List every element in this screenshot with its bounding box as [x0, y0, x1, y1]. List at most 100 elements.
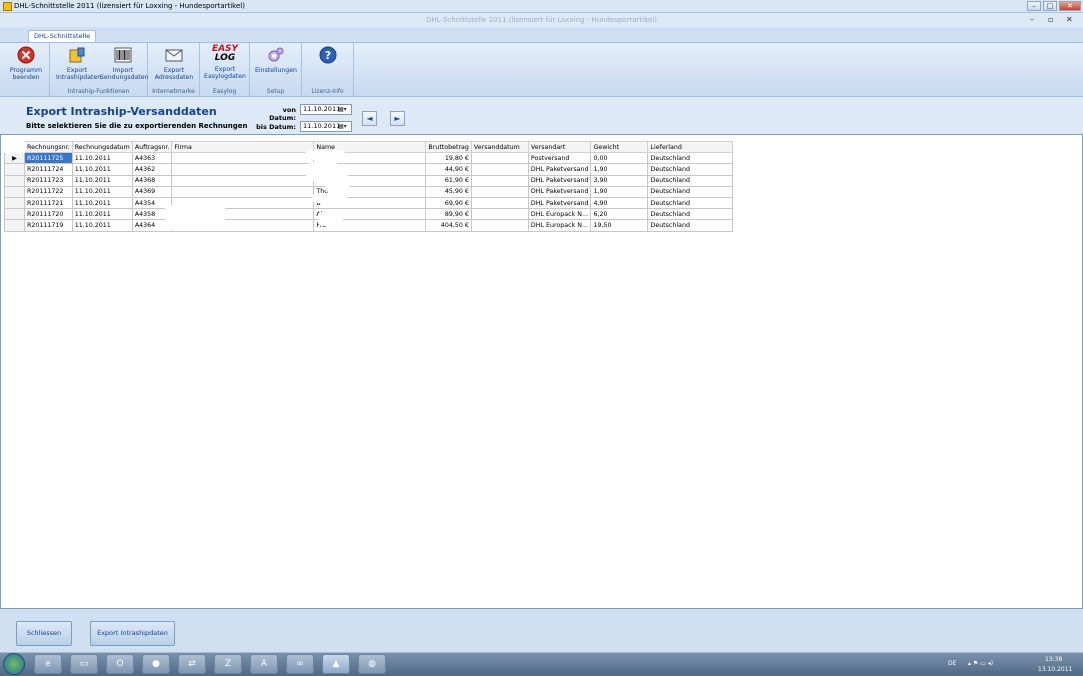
- table-row[interactable]: R20111724 11.10.2011 A4362 44,90 € DHL P…: [4, 163, 734, 176]
- column-header[interactable]: Bruttobetrag: [425, 140, 472, 154]
- to-date-picker[interactable]: 11.10.2011 ▦▾: [300, 121, 352, 132]
- calendar-dropdown-icon[interactable]: ▦▾: [338, 106, 350, 113]
- inner-close-button[interactable]: ✕: [1066, 15, 1073, 24]
- cell[interactable]: 89,90 €: [425, 208, 472, 221]
- cell[interactable]: R20111721: [24, 196, 73, 210]
- app-bowl-icon[interactable]: ●: [142, 654, 170, 674]
- inner-restore-button[interactable]: ▫: [1048, 15, 1053, 24]
- cell[interactable]: DHL Paketversand: [527, 163, 592, 176]
- cell[interactable]: 45,90 €: [425, 185, 472, 198]
- cell[interactable]: DHL Europack N...: [527, 208, 592, 221]
- column-header[interactable]: Rechnungsdatum: [71, 140, 133, 154]
- cell[interactable]: 11.10.2011: [71, 196, 133, 210]
- cell[interactable]: 44,90 €: [425, 163, 472, 176]
- cell[interactable]: 11.10.2011: [71, 185, 133, 198]
- cell[interactable]: 4,90: [590, 196, 649, 210]
- cell[interactable]: Postversand: [527, 152, 592, 165]
- table-row[interactable]: R20111722 11.10.2011 A4369 Tho 45,90 € D…: [4, 185, 734, 198]
- export-addresses-button[interactable]: Export Adressdaten: [154, 44, 194, 81]
- cell[interactable]: Deutschland: [647, 174, 734, 187]
- calendar-dropdown-icon[interactable]: ▦▾: [338, 123, 350, 130]
- explorer-folder-icon[interactable]: ▭: [70, 654, 98, 674]
- cell[interactable]: 404,50 €: [425, 219, 472, 232]
- cell[interactable]: A4362: [131, 163, 173, 176]
- cell[interactable]: 1,90: [590, 185, 649, 198]
- table-row[interactable]: R20111723 11.10.2011 A4368 61,90 € DHL P…: [4, 174, 734, 187]
- cell[interactable]: Deutschland: [647, 219, 734, 232]
- cell[interactable]: 11.10.2011: [71, 174, 133, 187]
- pdf-icon[interactable]: A: [250, 654, 278, 674]
- cell[interactable]: 11.10.2011: [71, 163, 133, 176]
- table-row[interactable]: R20111719 11.10.2011 A4364 Fra 404,50 € …: [4, 219, 734, 232]
- export-easylog-button[interactable]: EASY LOG Export Easylogdaten: [204, 44, 246, 81]
- ie-icon[interactable]: e: [34, 654, 62, 674]
- import-shipments-button[interactable]: Import Sendungsdaten: [100, 44, 148, 81]
- column-header[interactable]: Versandart: [527, 140, 592, 154]
- cell[interactable]: [171, 152, 315, 165]
- table-row[interactable]: R20111720 11.10.2011 A4358 Al 89,90 € DH…: [4, 208, 734, 221]
- teamviewer-icon[interactable]: ⇄: [178, 654, 206, 674]
- cell[interactable]: [171, 163, 315, 176]
- app-glasses-icon[interactable]: ∞: [286, 654, 314, 674]
- start-button[interactable]: [3, 653, 25, 675]
- cell[interactable]: 6,20: [590, 208, 649, 221]
- cell[interactable]: 19,80 €: [425, 152, 472, 165]
- minimize-button[interactable]: –: [1027, 1, 1041, 11]
- cell[interactable]: Deutschland: [647, 185, 734, 198]
- column-header[interactable]: Rechnungsnr.: [24, 140, 73, 154]
- clock-date[interactable]: 13.10.2011: [1038, 666, 1072, 673]
- column-header[interactable]: Firma: [171, 140, 315, 154]
- cell[interactable]: [470, 152, 529, 165]
- tab-dhl-schnittstelle[interactable]: DHL-Schnittstelle: [28, 30, 97, 42]
- cell[interactable]: Deutschland: [647, 152, 734, 165]
- prev-button[interactable]: ◄: [362, 111, 377, 126]
- cell[interactable]: [470, 196, 529, 210]
- cell[interactable]: 11.10.2011: [71, 208, 133, 221]
- table-row[interactable]: R20111721 11.10.2011 A4354 B 69,90 € DHL…: [4, 196, 734, 210]
- export-intraship-button[interactable]: Export Intrashipdaten: [90, 621, 175, 646]
- cell[interactable]: A4363: [131, 152, 173, 165]
- clock-time[interactable]: 13:38: [1045, 656, 1062, 663]
- cell[interactable]: DHL Europack N...: [527, 219, 592, 232]
- license-info-button[interactable]: ?: [316, 44, 340, 67]
- inner-minimize-button[interactable]: –: [1030, 15, 1034, 24]
- close-window-button[interactable]: ✕: [1059, 1, 1081, 11]
- cell[interactable]: R20111722: [24, 185, 73, 198]
- tray-icons[interactable]: ▴ ⚑ ▭ ◂): [968, 660, 993, 667]
- close-button[interactable]: Schliessen: [16, 621, 72, 646]
- column-header[interactable]: Lieferland: [647, 140, 734, 154]
- cell[interactable]: [171, 174, 315, 187]
- cell[interactable]: Deutschland: [647, 163, 734, 176]
- column-header[interactable]: Gewicht: [590, 140, 649, 154]
- cell[interactable]: [470, 208, 529, 221]
- settings-button[interactable]: Einstellungen: [254, 44, 298, 74]
- cell[interactable]: [171, 185, 315, 198]
- cell[interactable]: [470, 219, 529, 232]
- cell[interactable]: [470, 185, 529, 198]
- language-indicator[interactable]: DE: [948, 660, 956, 667]
- cell[interactable]: R20111724: [24, 163, 73, 176]
- cell[interactable]: R20111720: [24, 208, 73, 221]
- dhl-app-taskbar-icon[interactable]: ▲: [322, 654, 350, 674]
- cell[interactable]: 11.10.2011: [71, 219, 133, 232]
- cell[interactable]: 61,90 €: [425, 174, 472, 187]
- cell[interactable]: A4368: [131, 174, 173, 187]
- filezilla-icon[interactable]: Z: [214, 654, 242, 674]
- cell[interactable]: 1,90: [590, 163, 649, 176]
- outlook-icon[interactable]: O: [106, 654, 134, 674]
- cell[interactable]: Deutschland: [647, 196, 734, 210]
- cell[interactable]: R20111723: [24, 174, 73, 187]
- export-intraship-ribbon-button[interactable]: Export Intrashipdaten: [56, 44, 101, 81]
- cell[interactable]: DHL Paketversand: [527, 196, 592, 210]
- cell[interactable]: [470, 174, 529, 187]
- from-date-picker[interactable]: 11.10.2011 ▦▾: [300, 104, 352, 115]
- cell[interactable]: 3,90: [590, 174, 649, 187]
- cell[interactable]: R20111719: [24, 219, 73, 232]
- column-header[interactable]: Versanddatum: [470, 140, 529, 154]
- cell[interactable]: A4369: [131, 185, 173, 198]
- cell[interactable]: 19,50: [590, 219, 649, 232]
- cell[interactable]: DHL Paketversand: [527, 185, 592, 198]
- maximize-button[interactable]: □: [1043, 1, 1057, 11]
- cell[interactable]: DHL Paketversand: [527, 174, 592, 187]
- cell[interactable]: 69,90 €: [425, 196, 472, 210]
